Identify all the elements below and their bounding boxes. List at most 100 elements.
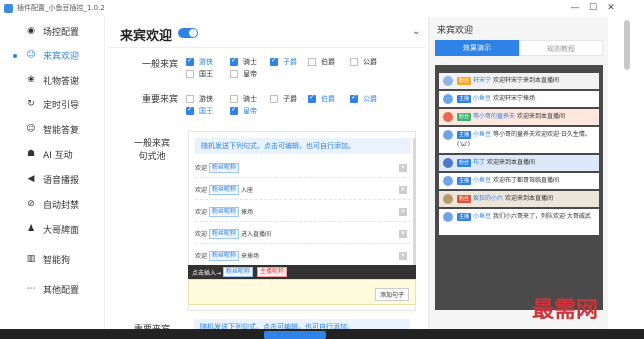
sidebar-item-guest-welcome[interactable]: ☺ 来宾欢迎 bbox=[0, 44, 105, 66]
nickname-tag: 粉丝昵称 bbox=[209, 228, 240, 239]
sentence-prefix: 欢迎 bbox=[195, 253, 208, 260]
sentence-row[interactable]: 欢迎 粉丝昵称 ✕ bbox=[195, 158, 411, 178]
app-window: 插件配置_小鱼豆插控_1.0.2 — ☐ ✕ ◉ 场控配置 ☺ 来宾欢迎 ❀ 礼… bbox=[0, 0, 644, 339]
general-option-guowang[interactable]: 国王 bbox=[186, 69, 213, 79]
close-button[interactable]: ✕ bbox=[602, 1, 620, 15]
window-title: 插件配置_小鱼豆插控_1.0.2 bbox=[17, 4, 105, 12]
tab-rules[interactable]: 规则教程 bbox=[519, 40, 603, 56]
general-option-qishi[interactable]: 骑士 bbox=[230, 56, 257, 67]
gift-icon: ❀ bbox=[27, 75, 35, 85]
checkbox[interactable] bbox=[230, 105, 238, 115]
window-scrollbar[interactable] bbox=[624, 20, 630, 70]
username: 轩宋宁 bbox=[473, 77, 493, 84]
title-bar: 插件配置_小鱼豆插控_1.0.2 — ☐ ✕ bbox=[0, 0, 644, 17]
vip-option-huangdi[interactable]: 皇帝 bbox=[230, 105, 257, 116]
active-indicator bbox=[13, 54, 17, 58]
sidebar-item-label: 智能狗 bbox=[43, 255, 71, 266]
taskbar-active-item[interactable] bbox=[264, 331, 326, 339]
add-sentence-button[interactable]: 添加句子 bbox=[374, 288, 409, 301]
general-option-gongjue[interactable]: 公爵 bbox=[350, 57, 377, 67]
checkbox[interactable] bbox=[186, 56, 194, 66]
chat-message: 主播 小鱼豆 我们小六哥来了，列队欢迎·大哥威武 bbox=[439, 209, 599, 235]
checkbox[interactable] bbox=[230, 56, 238, 66]
checkbox[interactable] bbox=[350, 58, 358, 66]
option-label: 皇帝 bbox=[243, 70, 257, 78]
chevron-down-icon[interactable]: ⌄ bbox=[412, 26, 420, 37]
vip-option-guowang[interactable]: 国王 bbox=[186, 105, 213, 116]
sidebar-item-gift-thanks[interactable]: ❀ 礼物答谢 bbox=[0, 69, 105, 91]
sentence-row[interactable]: 欢迎 粉丝昵称 捧场 ✕ bbox=[195, 202, 411, 222]
robot-icon: ☺ bbox=[26, 124, 36, 134]
sidebar-item-auto-ban[interactable]: ⊘ 自动封禁 bbox=[0, 193, 105, 215]
message-text: 欢迎轩宋宁来到本直播间 bbox=[492, 77, 559, 84]
insert-toolbar: 点击插入→ 粉丝昵称 主播昵称 bbox=[188, 265, 416, 279]
checkbox[interactable] bbox=[308, 93, 316, 103]
checkbox[interactable] bbox=[230, 70, 238, 78]
checkbox[interactable] bbox=[186, 95, 194, 103]
username: 小鱼豆 bbox=[473, 213, 493, 220]
vip-option-bojue[interactable]: 伯爵 bbox=[308, 93, 335, 104]
checkbox[interactable] bbox=[308, 58, 316, 66]
sidebar-item-timed-guide[interactable]: ↻ 定时引导 bbox=[0, 93, 105, 115]
delete-icon[interactable]: ✕ bbox=[399, 186, 407, 194]
user-badge: 主播 bbox=[457, 176, 472, 185]
general-option-zijue[interactable]: 子爵 bbox=[270, 56, 297, 67]
speaker-icon: ◀ bbox=[27, 174, 35, 184]
preview-panel: 来宾欢迎 效果演示 规则教程 粉丝 轩宋宁 欢迎轩宋宁来到本直播间 主播 小鱼豆 欢迎… bbox=[428, 17, 608, 339]
sidebar-item-other-settings[interactable]: ⋯ 其他配置 bbox=[0, 278, 105, 300]
delete-icon[interactable]: ✕ bbox=[399, 208, 407, 216]
message-text: 欢迎来到本直播间 bbox=[516, 113, 565, 120]
watermark: 最需网 bbox=[532, 297, 599, 323]
vip-option-youxia[interactable]: 游侠 bbox=[186, 94, 213, 104]
sentence-prefix: 欢迎 bbox=[195, 231, 208, 238]
minimize-button[interactable]: — bbox=[566, 1, 584, 15]
sentence-suffix: 来捧场 bbox=[241, 253, 260, 260]
option-label: 子爵 bbox=[283, 58, 297, 66]
ban-icon: ⊘ bbox=[27, 199, 35, 209]
checkbox[interactable] bbox=[270, 56, 278, 66]
sentence-row[interactable]: 欢迎 粉丝昵称 进入直播间 ✕ bbox=[195, 224, 411, 244]
sidebar-item-smart-dog[interactable]: ▥ 智能狗 bbox=[0, 248, 105, 270]
general-option-youxia[interactable]: 游侠 bbox=[186, 56, 213, 67]
message-text: 欢迎布丁都哥驾临直播间 bbox=[492, 177, 559, 184]
sidebar-item-voice-broadcast[interactable]: ◀ 语音播报 bbox=[0, 168, 105, 190]
sentence-row[interactable]: 欢迎 粉丝昵称 入座 ✕ bbox=[195, 180, 411, 200]
checkbox[interactable] bbox=[270, 95, 278, 103]
sidebar-item-smart-reply[interactable]: ☺ 智能答复 bbox=[0, 118, 105, 140]
sidebar-item-label: 礼物答谢 bbox=[43, 76, 80, 87]
vip-option-gongjue[interactable]: 公爵 bbox=[350, 93, 377, 104]
checkbox[interactable] bbox=[186, 105, 194, 115]
general-option-huangdi[interactable]: 皇帝 bbox=[230, 69, 257, 79]
delete-icon[interactable]: ✕ bbox=[399, 252, 407, 260]
pool-scrollbar[interactable] bbox=[413, 138, 416, 278]
sentence-suffix: 入座 bbox=[241, 187, 254, 194]
sidebar-item-label: 语音播报 bbox=[43, 175, 80, 186]
delete-icon[interactable]: ✕ bbox=[399, 230, 407, 238]
sidebar-item-label: 其他配置 bbox=[43, 285, 80, 296]
username: 小鱼豆 bbox=[473, 177, 493, 184]
checkbox[interactable] bbox=[350, 93, 358, 103]
vip-option-zijue[interactable]: 子爵 bbox=[270, 94, 297, 104]
tab-demo[interactable]: 效果演示 bbox=[435, 40, 519, 56]
sidebar-item-ai-interact[interactable]: ☗ AI 互动 bbox=[0, 143, 105, 165]
new-sentence-input[interactable]: 添加句子 bbox=[188, 279, 416, 305]
checkbox[interactable] bbox=[230, 95, 238, 103]
chat-message: 粉丝 轩宋宁 欢迎轩宋宁来到本直播间 bbox=[439, 73, 599, 89]
sentence-row[interactable]: 欢迎 粉丝昵称 来捧场 ✕ bbox=[195, 246, 411, 266]
option-label: 伯爵 bbox=[321, 95, 335, 103]
avatar bbox=[443, 212, 453, 222]
more-icon: ⋯ bbox=[26, 284, 36, 294]
insert-fan-nickname-button[interactable]: 粉丝昵称 bbox=[223, 267, 254, 277]
enable-toggle[interactable] bbox=[178, 28, 198, 38]
checkbox[interactable] bbox=[186, 70, 194, 78]
delete-icon[interactable]: ✕ bbox=[399, 164, 407, 172]
maximize-button[interactable]: ☐ bbox=[584, 1, 602, 15]
user-badge: 主播 bbox=[457, 212, 472, 221]
sidebar-item-field-control[interactable]: ◉ 场控配置 bbox=[0, 20, 105, 42]
main-panel: 来宾欢迎 ⌄ 一般来宾 游侠 骑士 子爵 伯爵 公爵 国王 皇帝 重要来宾 游侠… bbox=[108, 17, 426, 339]
general-option-bojue[interactable]: 伯爵 bbox=[308, 57, 335, 67]
vip-option-qishi[interactable]: 骑士 bbox=[230, 94, 257, 104]
insert-host-nickname-button[interactable]: 主播昵称 bbox=[257, 267, 288, 277]
sidebar-item-big-brother[interactable]: ♟ 大哥牌面 bbox=[0, 218, 105, 240]
user-badge: 粉丝 bbox=[457, 158, 472, 167]
